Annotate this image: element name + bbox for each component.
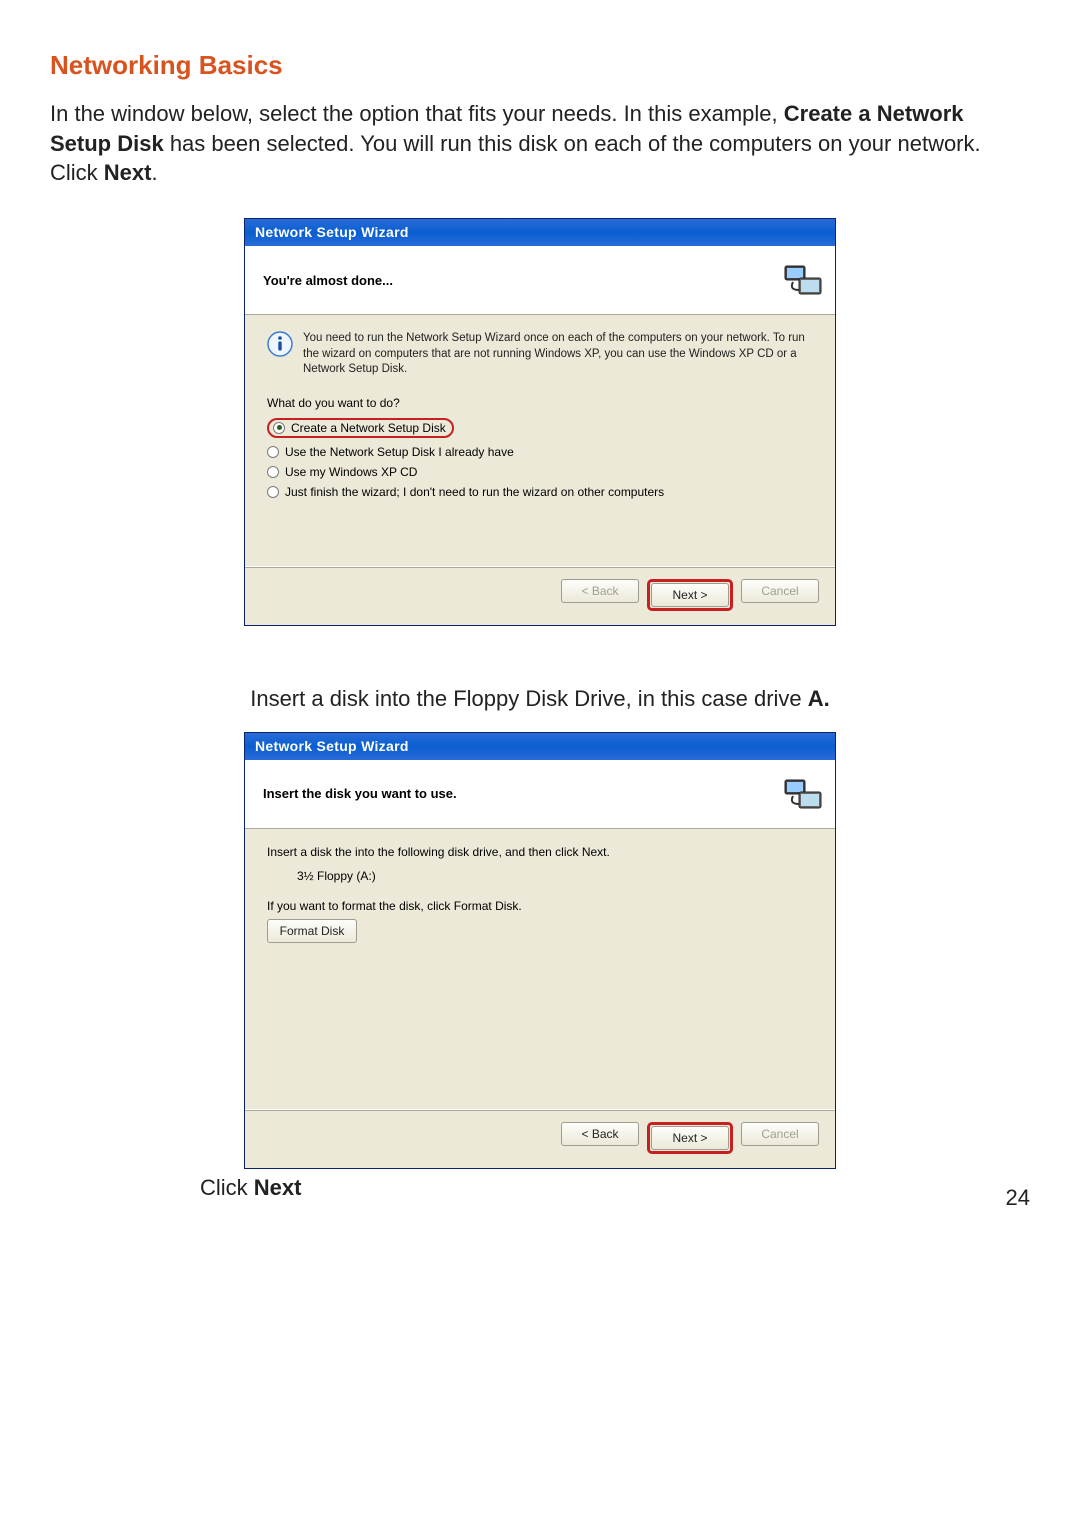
wizard-window-2: Network Setup Wizard Insert the disk you… (244, 732, 836, 1169)
radio-option-1-label[interactable]: Create a Network Setup Disk (291, 422, 446, 434)
wizard2-titlebar: Network Setup Wizard (245, 733, 835, 760)
wizard2-cancel-button[interactable]: Cancel (741, 1122, 819, 1146)
radio-option-4-label[interactable]: Just finish the wizard; I don't need to … (285, 486, 664, 498)
wizard2-body: Insert a disk the into the following dis… (245, 829, 835, 1109)
wizard2-back-button[interactable]: < Back (561, 1122, 639, 1146)
mid-text-1: Insert a disk into the Floppy Disk Drive… (250, 686, 808, 711)
wizard2-next-highlight: Next > (647, 1122, 733, 1154)
wizard2-footer: < Back Next > Cancel (245, 1109, 835, 1168)
mid-bold: A. (808, 686, 830, 711)
intro-text-2: has been selected. You will run this dis… (50, 131, 981, 186)
radio-option-3-wrap: Use my Windows XP CD (267, 466, 813, 478)
radio-option-2-wrap: Use the Network Setup Disk I already hav… (267, 446, 813, 458)
radio-option-1[interactable] (273, 422, 285, 434)
intro-bold-2: Next (104, 160, 152, 185)
radio-option-1-wrap: Create a Network Setup Disk (267, 418, 813, 438)
wizard2-drive: 3½ Floppy (A:) (297, 869, 813, 883)
mid-instruction: Insert a disk into the Floppy Disk Drive… (50, 686, 1030, 712)
radio-option-2-label[interactable]: Use the Network Setup Disk I already hav… (285, 446, 514, 458)
intro-text-3: . (151, 160, 157, 185)
wizard2-line2: If you want to format the disk, click Fo… (267, 899, 813, 913)
radio-option-3[interactable] (267, 466, 279, 478)
info-icon (267, 331, 293, 357)
wizard1-body: You need to run the Network Setup Wizard… (245, 315, 835, 566)
page-number: 24 (50, 1185, 1030, 1211)
caption2-bold: Next (254, 1175, 302, 1200)
network-icon (783, 260, 823, 300)
radio-option-2[interactable] (267, 446, 279, 458)
intro-text-1: In the window below, select the option t… (50, 101, 784, 126)
wizard1-back-button[interactable]: < Back (561, 579, 639, 603)
wizard-window-1: Network Setup Wizard You're almost done.… (244, 218, 836, 626)
wizard1-next-button[interactable]: Next > (651, 583, 729, 607)
format-disk-button[interactable]: Format Disk (267, 919, 357, 943)
caption2-text: Click (200, 1175, 254, 1200)
wizard2-header: Insert the disk you want to use. (245, 760, 835, 829)
wizard2-next-button[interactable]: Next > (651, 1126, 729, 1150)
wizard1-header: You're almost done... (245, 246, 835, 315)
wizard1-info-text: You need to run the Network Setup Wizard… (303, 331, 813, 378)
wizard1-next-highlight: Next > (647, 579, 733, 611)
radio-option-3-label[interactable]: Use my Windows XP CD (285, 466, 417, 478)
wizard1-cancel-button[interactable]: Cancel (741, 579, 819, 603)
radio-option-1-highlight: Create a Network Setup Disk (267, 418, 454, 438)
wizard2-line1: Insert a disk the into the following dis… (267, 845, 813, 859)
radio-option-4[interactable] (267, 486, 279, 498)
wizard1-footer: < Back Next > Cancel (245, 566, 835, 625)
radio-option-4-wrap: Just finish the wizard; I don't need to … (267, 486, 813, 498)
wizard1-header-text: You're almost done... (263, 273, 393, 288)
intro-paragraph: In the window below, select the option t… (50, 99, 1030, 188)
wizard2-header-text: Insert the disk you want to use. (263, 786, 457, 801)
wizard1-titlebar: Network Setup Wizard (245, 219, 835, 246)
section-heading: Networking Basics (50, 50, 1030, 81)
wizard1-question: What do you want to do? (267, 396, 813, 410)
network-icon (783, 774, 823, 814)
